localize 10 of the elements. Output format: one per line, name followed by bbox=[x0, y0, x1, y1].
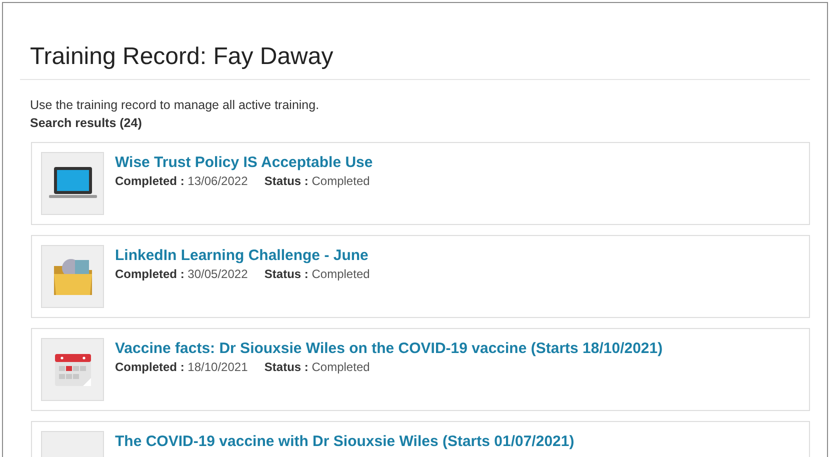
result-title-link[interactable]: Wise Trust Policy IS Acceptable Use bbox=[115, 152, 373, 173]
result-title-link[interactable]: LinkedIn Learning Challenge - June bbox=[115, 246, 370, 266]
result-meta: Completed : 30/05/2022 Status : Completed bbox=[115, 266, 370, 282]
intro-text: Use the training record to manage all active training. bbox=[30, 97, 320, 114]
results-count: Search results (24) bbox=[30, 115, 143, 132]
result-title-link[interactable]: The COVID-19 vaccine with Dr Siouxsie Wiles (Starts 01/07/2021) bbox=[115, 432, 574, 452]
page-title: Training Record: Fay Daway bbox=[30, 42, 334, 72]
result-meta: Completed : 18/10/2021 Status : Completed bbox=[115, 358, 371, 375]
result-meta: Completed : 13/06/2022 Status : Completed bbox=[115, 172, 371, 189]
result-title-link[interactable]: Vaccine facts: Dr Siouxsie Wiles on the COVID-19 vaccine (Starts 18/10/2021) bbox=[115, 338, 663, 359]
